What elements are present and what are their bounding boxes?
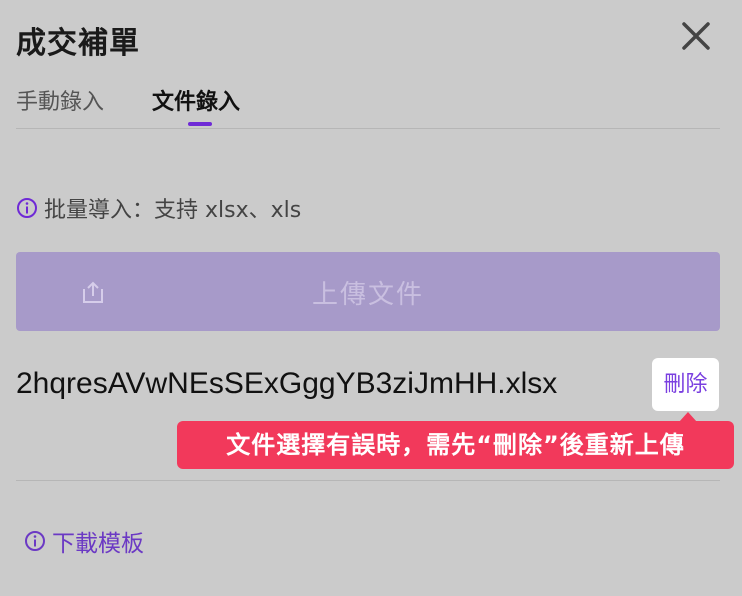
download-template-label: 下載模板 — [52, 531, 144, 557]
upload-button-label: 上傳文件 — [311, 280, 424, 310]
download-template-link[interactable]: 下載模板 — [24, 524, 144, 558]
active-tab-indicator — [188, 122, 212, 126]
dialog-title: 成交補單 — [16, 26, 140, 61]
import-notice: 批量導入：支持 xlsx、xls — [16, 192, 301, 224]
section-divider — [16, 480, 720, 481]
close-icon — [682, 22, 710, 50]
delete-file-button[interactable]: 刪除 — [652, 358, 719, 411]
tab-file-entry[interactable]: 文件錄入 — [152, 84, 240, 116]
uploaded-file-name: 2hqresAVwNEsSExGggYB3ziJmHH.xlsx — [16, 367, 558, 400]
info-circle-icon — [17, 198, 37, 218]
tab-manual-entry[interactable]: 手動錄入 — [16, 84, 104, 116]
import-notice-text: 批量導入：支持 xlsx、xls — [44, 198, 302, 223]
delete-hint-tooltip: 文件選擇有誤時，需先“刪除”後重新上傳 — [177, 421, 734, 469]
tab-bar: 手動錄入 文件錄入 — [16, 84, 720, 129]
upload-file-button[interactable]: 上傳文件 — [16, 252, 720, 331]
close-button[interactable] — [678, 18, 714, 54]
info-circle-icon — [25, 531, 45, 551]
